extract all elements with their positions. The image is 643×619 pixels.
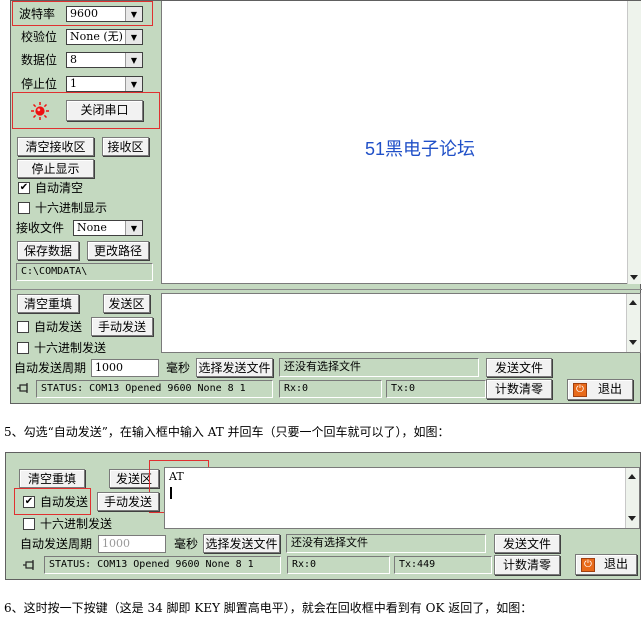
hex-send-checkbox[interactable]: [23, 518, 35, 530]
databits-value: 8: [70, 53, 77, 66]
send-scrollbar[interactable]: [626, 294, 640, 352]
send-input[interactable]: AT: [164, 467, 640, 529]
receive-file-value: None: [77, 221, 107, 234]
parity-label: 校验位: [21, 30, 58, 44]
send-area-button[interactable]: 发送区: [103, 294, 150, 313]
send-file-button[interactable]: 发送文件: [494, 534, 560, 553]
power-icon: ⏻: [581, 558, 595, 572]
no-file-display: 还没有选择文件: [286, 534, 486, 553]
hex-send-checkbox[interactable]: [17, 342, 29, 354]
auto-send-checkbox[interactable]: [17, 321, 29, 333]
tx-counter: Tx:0: [386, 380, 486, 398]
caption-step-5: 5、勾选“自动发送”，在输入框中输入 AT 并回车（只要一个回车就可以了），如图…: [4, 425, 450, 439]
ms-label: 毫秒: [174, 537, 199, 551]
parity-value: None (无): [70, 30, 123, 43]
exit-label: 退出: [597, 382, 622, 396]
send-file-button[interactable]: 发送文件: [486, 358, 552, 377]
text-cursor: [170, 487, 172, 499]
databits-select[interactable]: 8 ▼: [66, 52, 143, 68]
exit-label: 退出: [603, 557, 628, 571]
hex-send-label: 十六进制发送: [34, 341, 107, 355]
stopbits-select[interactable]: 1 ▼: [66, 76, 143, 92]
status-display: STATUS: COM13 Opened 9600 None 8 1: [36, 380, 273, 398]
stop-display-button[interactable]: 停止显示: [17, 159, 94, 178]
send-input[interactable]: [161, 293, 641, 353]
dropdown-arrow-icon[interactable]: ▼: [125, 30, 142, 44]
scroll-down-icon[interactable]: [630, 275, 638, 280]
dropdown-arrow-icon[interactable]: ▼: [125, 221, 142, 235]
databits-label: 数据位: [21, 53, 58, 67]
dropdown-arrow-icon[interactable]: ▼: [125, 77, 142, 91]
select-file-button[interactable]: 选择发送文件: [196, 358, 273, 377]
count-clear-button[interactable]: 计数清零: [486, 379, 552, 399]
receive-scrollbar[interactable]: [627, 1, 641, 284]
select-file-button[interactable]: 选择发送文件: [203, 534, 280, 553]
send-input-text: AT: [169, 470, 184, 483]
manual-send-button[interactable]: 手动发送: [97, 492, 159, 511]
status-display: STATUS: COM13 Opened 9600 None 8 1: [44, 556, 281, 574]
save-data-button[interactable]: 保存数据: [17, 241, 79, 260]
auto-period-input[interactable]: 1000: [91, 359, 159, 377]
dropdown-arrow-icon[interactable]: ▼: [125, 53, 142, 67]
auto-period-label: 自动发送周期: [20, 537, 93, 551]
clear-resend-button[interactable]: 清空重填: [19, 469, 85, 488]
pin-icon[interactable]: [23, 559, 37, 571]
path-display: C:\COMDATA\: [16, 263, 153, 281]
power-icon: ⏻: [573, 383, 587, 397]
ms-label: 毫秒: [166, 361, 191, 375]
auto-period-label: 自动发送周期: [14, 361, 87, 375]
scroll-up-icon[interactable]: [629, 300, 637, 305]
watermark-text: 黑电子论坛: [385, 139, 476, 160]
bottom-window: 清空重填 发送区 ✔ 自动发送 手动发送 十六进制发送 AT 自动发送周期 10…: [5, 452, 641, 580]
led-icon: [31, 102, 49, 120]
hex-display-checkbox[interactable]: [18, 202, 30, 214]
tx-counter: Tx:449: [394, 556, 492, 574]
pin-icon[interactable]: [17, 382, 31, 394]
stopbits-value: 1: [70, 77, 77, 90]
exit-button[interactable]: ⏻ 退出: [567, 379, 633, 400]
clear-receive-button[interactable]: 清空接收区: [17, 137, 94, 156]
manual-send-button[interactable]: 手动发送: [91, 317, 153, 336]
count-clear-button[interactable]: 计数清零: [494, 555, 560, 575]
auto-clear-checkbox[interactable]: ✔: [18, 182, 30, 194]
rx-counter: Rx:0: [287, 556, 390, 574]
baud-highlight: [12, 1, 153, 26]
checkmark-icon: ✔: [19, 182, 29, 193]
scroll-up-icon[interactable]: [628, 474, 636, 479]
watermark: 51黑电子论坛: [365, 135, 475, 161]
auto-send-label: 自动发送: [34, 320, 83, 334]
auto-period-input[interactable]: 1000: [98, 535, 166, 553]
hex-display-label: 十六进制显示: [35, 201, 108, 215]
caption-step-6: 6、这时按一下按键（这是 34 脚即 KEY 脚置高电平），就会在回收框中看到有…: [4, 601, 533, 615]
close-port-button[interactable]: 关闭串口: [66, 100, 143, 121]
auto-send-highlight: [14, 488, 91, 515]
receive-file-label: 接收文件: [16, 221, 65, 235]
clear-resend-button[interactable]: 清空重填: [17, 294, 79, 313]
no-file-display: 还没有选择文件: [279, 358, 479, 377]
auto-clear-label: 自动清空: [35, 181, 84, 195]
exit-button[interactable]: ⏻ 退出: [575, 554, 637, 575]
watermark-number: 51: [365, 139, 386, 159]
top-window: 51黑电子论坛 波特率 9600 ▼ 校验位 None (无) ▼ 数据位 8 ▼ 停…: [10, 0, 642, 404]
stopbits-label: 停止位: [21, 77, 58, 91]
receive-area[interactable]: 51黑电子论坛: [161, 1, 641, 284]
scroll-down-icon[interactable]: [628, 516, 636, 521]
rx-counter: Rx:0: [279, 380, 382, 398]
hex-send-label: 十六进制发送: [40, 517, 113, 531]
parity-select[interactable]: None (无) ▼: [66, 29, 143, 45]
receive-file-select[interactable]: None ▼: [73, 220, 143, 236]
send-scrollbar[interactable]: [625, 468, 639, 528]
scroll-down-icon[interactable]: [629, 340, 637, 345]
receive-area-button[interactable]: 接收区: [102, 137, 149, 156]
change-path-button[interactable]: 更改路径: [87, 241, 149, 260]
divider: [11, 289, 642, 290]
